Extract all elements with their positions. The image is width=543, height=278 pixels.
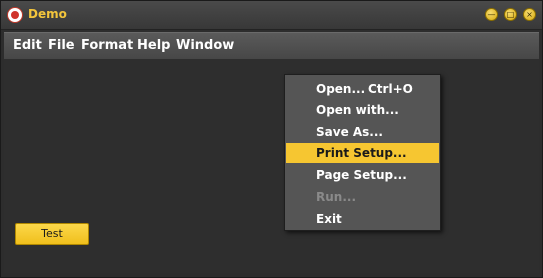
menu-format[interactable]: Format	[81, 39, 133, 53]
minimize-button[interactable]: —	[485, 8, 498, 21]
close-button[interactable]: ×	[523, 8, 536, 21]
menu-bar: Edit File Format Help Window	[4, 32, 539, 60]
menu-item-shortcut: Ctrl+O	[368, 82, 413, 96]
menu-item-label: Page Setup...	[316, 168, 407, 182]
menu-item-page-setup[interactable]: Page Setup...	[286, 165, 439, 185]
test-button[interactable]: Test	[15, 223, 89, 245]
menu-item-label: Save As...	[316, 125, 383, 139]
menu-item-save-as[interactable]: Save As...	[286, 122, 439, 142]
minimize-icon: —	[487, 9, 496, 19]
menu-item-run: Run...	[286, 187, 439, 207]
menu-item-open-with[interactable]: Open with...	[286, 100, 439, 120]
menu-item-exit[interactable]: Exit	[286, 209, 439, 229]
restore-icon: □	[506, 9, 515, 19]
menu-item-print-setup[interactable]: Print Setup...	[286, 143, 439, 163]
window-title: Demo	[28, 7, 67, 21]
app-window: Demo — □ × Edit File Format Help Window …	[0, 0, 543, 278]
menu-item-label: Run...	[316, 190, 357, 204]
menu-item-label: Open with...	[316, 103, 399, 117]
menu-item-open[interactable]: Open... Ctrl+O	[286, 79, 439, 99]
close-icon: ×	[526, 9, 533, 19]
app-logo-icon	[7, 7, 23, 23]
menu-window[interactable]: Window	[176, 39, 234, 53]
restore-button[interactable]: □	[504, 8, 517, 21]
menu-help[interactable]: Help	[137, 39, 170, 53]
menu-item-label: Print Setup...	[316, 146, 407, 160]
menu-item-label: Exit	[316, 212, 342, 226]
menu-item-label: Open...	[316, 82, 366, 96]
file-dropdown-menu: Open... Ctrl+O Open with... Save As... P…	[284, 74, 441, 231]
menu-edit[interactable]: Edit	[13, 39, 42, 53]
menu-file[interactable]: File	[48, 39, 75, 53]
title-bar[interactable]: Demo — □ ×	[1, 1, 542, 30]
